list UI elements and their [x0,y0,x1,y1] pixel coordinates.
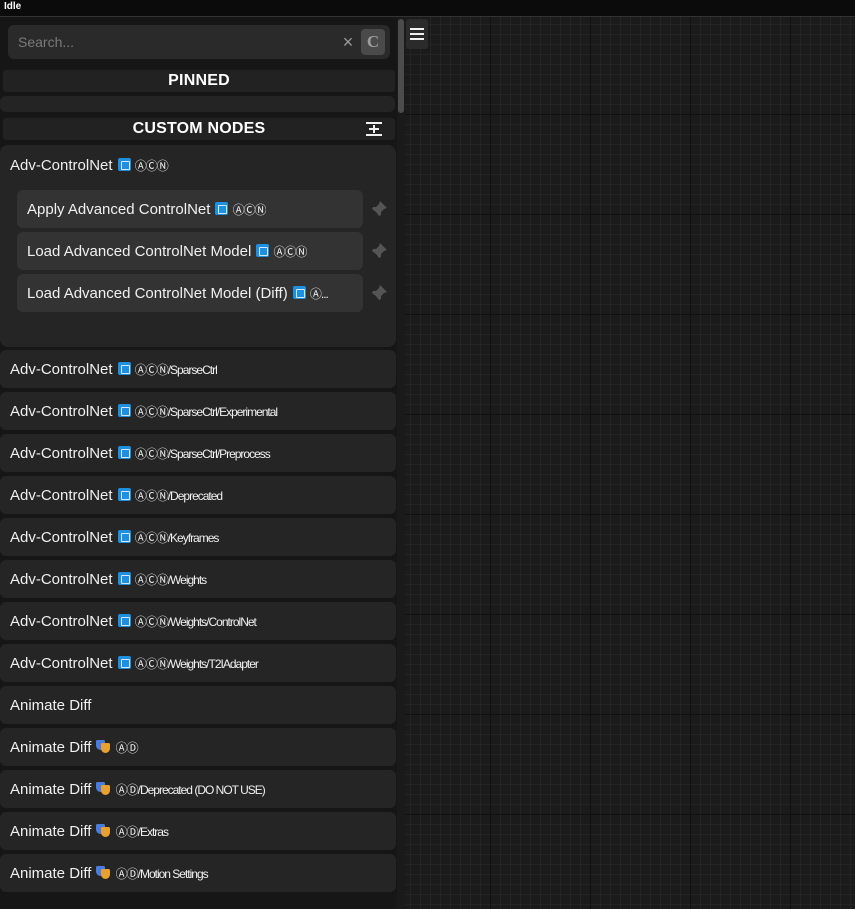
group-row-label: Animate Diff ⒶⒹ [10,739,139,756]
pinned-section-title: PINNED [168,72,230,89]
hamburger-icon [410,28,424,30]
search-input[interactable] [8,25,328,59]
control-emoji-icon [117,446,131,459]
group-row-label: Adv-ControlNet ⒶⒸⓃ/Weights/T2IAdapter [10,655,259,672]
group-row-label: Animate Diff ⒶⒹ/Deprecated (DO NOT USE) [10,781,266,798]
node-label: Load Advanced ControlNet Model (Diff) Ⓐ.… [27,285,328,302]
pin-icon[interactable] [370,284,388,302]
control-emoji-icon [117,404,131,417]
group-row-label: Adv-ControlNet ⒶⒸⓃ/Weights/ControlNet [10,613,257,630]
search-box: × C [8,25,390,59]
control-emoji-icon [117,158,131,171]
masks-emoji-icon [96,782,111,795]
control-emoji-icon [292,286,306,299]
group-row-label: Adv-ControlNet ⒶⒸⓃ/Keyframes [10,529,219,546]
group-row-label: Animate Diff ⒶⒹ/Extras [10,823,169,840]
group-row[interactable]: Adv-ControlNet ⒶⒸⓃ/Keyframes [0,518,396,556]
group-title[interactable]: Adv-ControlNet ⒶⒸⓃ [10,157,169,174]
group-row-label: Animate Diff ⒶⒹ/Motion Settings [10,865,209,882]
control-emoji-icon [117,656,131,669]
scrollbar-thumb[interactable] [398,19,404,113]
pin-icon[interactable] [370,200,388,218]
group-row[interactable]: Animate Diff ⒶⒹ/Extras [0,812,396,850]
status-bar: Idle [0,0,855,17]
node-label: Load Advanced ControlNet Model ⒶⒸⓃ [27,243,307,260]
group-row-label: Adv-ControlNet ⒶⒸⓃ/SparseCtrl/Experiment… [10,403,278,420]
control-emoji-icon [117,488,131,501]
custom-nodes-section-title: CUSTOM NODES [132,120,266,137]
collapse-all-icon[interactable] [365,121,383,137]
pinned-section-header[interactable]: PINNED [3,70,395,92]
node-item-load-advanced-controlnet-model-diff[interactable]: Load Advanced ControlNet Model (Diff) Ⓐ.… [17,274,363,312]
group-row-label: Adv-ControlNet ⒶⒸⓃ/SparseCtrl [10,361,218,378]
node-label: Apply Advanced ControlNet ⒶⒸⓃ [27,201,266,218]
group-row[interactable]: Adv-ControlNet ⒶⒸⓃ/SparseCtrl/Experiment… [0,392,396,430]
node-item-apply-advanced-controlnet[interactable]: Apply Advanced ControlNet ⒶⒸⓃ [17,190,363,228]
pin-icon[interactable] [370,242,388,260]
sidebar-scrollbar[interactable] [397,17,405,909]
group-row[interactable]: Adv-ControlNet ⒶⒸⓃ/Weights/T2IAdapter [0,644,396,682]
control-emoji-icon [117,530,131,543]
status-text: Idle [4,1,22,12]
group-row[interactable]: Adv-ControlNet ⒶⒸⓃ/Weights/ControlNet [0,602,396,640]
group-title-text: Adv-ControlNet [10,157,113,174]
control-emoji-icon [215,202,229,215]
control-emoji-icon [256,244,270,257]
group-row[interactable]: Adv-ControlNet ⒶⒸⓃ/SparseCtrl/Preprocess [0,434,396,472]
group-row-label: Adv-ControlNet ⒶⒸⓃ/Weights [10,571,207,588]
group-row[interactable]: Animate Diff ⒶⒹ/Deprecated (DO NOT USE) [0,770,396,808]
group-row[interactable]: Adv-ControlNet ⒶⒸⓃ/Deprecated [0,476,396,514]
node-item-load-advanced-controlnet-model[interactable]: Load Advanced ControlNet Model ⒶⒸⓃ [17,232,363,270]
group-row[interactable]: Animate Diff [0,686,396,724]
control-emoji-icon [117,614,131,627]
node-canvas[interactable] [405,17,855,909]
group-row[interactable]: Animate Diff ⒶⒹ/Motion Settings [0,854,396,892]
masks-emoji-icon [96,740,111,753]
group-row-label: Adv-ControlNet ⒶⒸⓃ/SparseCtrl/Preprocess [10,445,271,462]
group-row[interactable]: Adv-ControlNet ⒶⒸⓃ/SparseCtrl [0,350,396,388]
group-row[interactable]: Animate Diff ⒶⒹ [0,728,396,766]
control-emoji-icon [117,362,131,375]
custom-nodes-section-header[interactable]: CUSTOM NODES [3,118,395,140]
group-title-suffix: ⒶⒸⓃ [134,159,169,173]
control-emoji-icon [117,572,131,585]
pinned-list [0,96,395,112]
masks-emoji-icon [96,866,111,879]
group-row-label: Animate Diff [10,697,92,714]
group-row-label: Adv-ControlNet ⒶⒸⓃ/Deprecated [10,487,223,504]
masks-emoji-icon [96,824,111,837]
clear-search-button[interactable]: × [340,32,356,52]
case-sensitive-toggle[interactable]: C [361,29,385,55]
group-row[interactable]: Adv-ControlNet ⒶⒸⓃ/Weights [0,560,396,598]
node-library-sidebar: × C PINNED CUSTOM NODES Adv-ControlNet Ⓐ… [0,17,405,909]
menu-toggle-button[interactable] [406,19,428,49]
